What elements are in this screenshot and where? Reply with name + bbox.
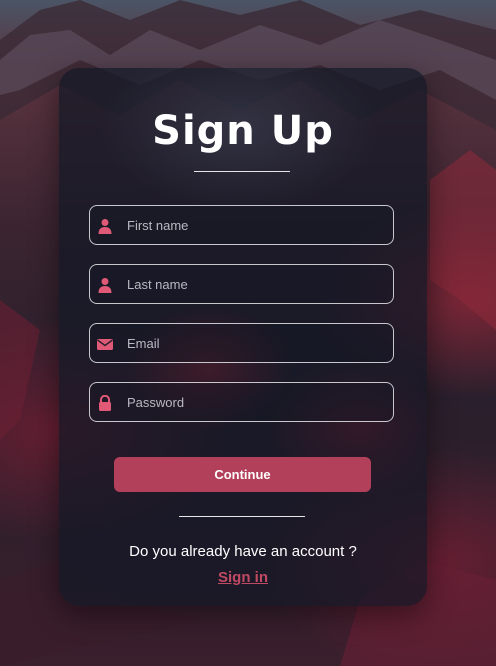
title-divider <box>194 171 290 172</box>
email-input[interactable] <box>127 324 387 362</box>
first-name-field[interactable] <box>89 205 394 245</box>
envelope-icon <box>97 336 113 352</box>
continue-button[interactable]: Continue <box>114 457 371 492</box>
last-name-input[interactable] <box>127 265 387 303</box>
email-field[interactable] <box>89 323 394 363</box>
account-question: Do you already have an account ? <box>129 543 357 560</box>
signin-container: Sign in <box>59 569 427 587</box>
first-name-input[interactable] <box>127 206 387 244</box>
signin-link[interactable]: Sign in <box>218 569 268 586</box>
user-icon <box>97 277 113 293</box>
last-name-field[interactable] <box>89 264 394 304</box>
lock-icon <box>97 394 113 411</box>
signup-card: Sign Up First name Last name Email Conti… <box>59 68 427 606</box>
user-icon <box>97 218 113 234</box>
page-title: Sign Up <box>152 108 334 154</box>
password-input[interactable] <box>127 383 387 421</box>
password-field[interactable] <box>89 382 394 422</box>
footer-divider <box>179 516 305 517</box>
